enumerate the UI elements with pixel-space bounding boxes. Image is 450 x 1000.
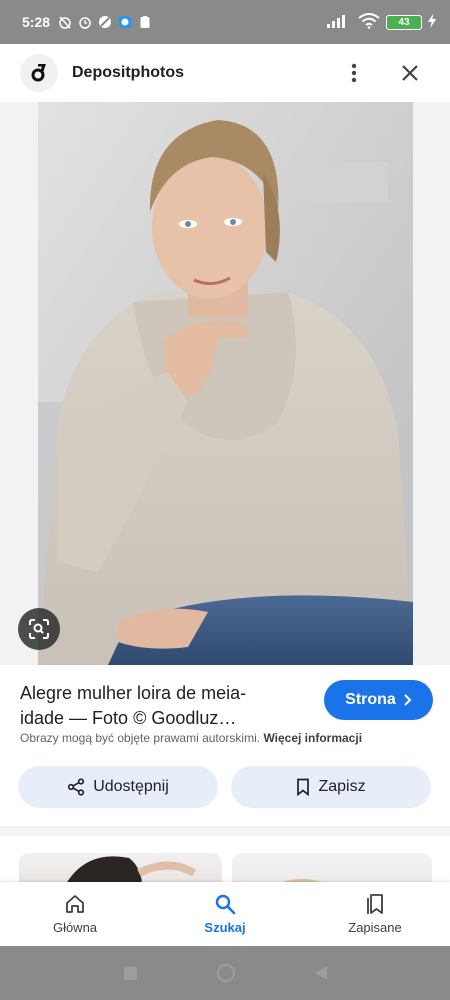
home-icon <box>66 895 84 913</box>
more-info-link[interactable]: Więcej informacji <box>263 731 362 745</box>
save-button[interactable]: Zapisz <box>231 766 431 808</box>
clipboard-icon <box>138 15 152 29</box>
search-icon <box>215 894 236 915</box>
bottom-navigation: Główna Szukaj Zapisane <box>0 882 450 946</box>
lens-search-button[interactable] <box>18 608 60 650</box>
share-label: Udostępnij <box>93 778 169 795</box>
status-right: 43 <box>326 12 436 32</box>
back-icon[interactable] <box>314 966 327 980</box>
related-thumbnail[interactable] <box>232 853 432 882</box>
visit-site-label: Strona <box>345 691 396 708</box>
related-results <box>0 836 450 882</box>
nav-item-home[interactable]: Główna <box>0 882 150 946</box>
nav-item-saved[interactable]: Zapisane <box>300 882 450 946</box>
nav-item-search[interactable]: Szukaj <box>150 882 300 946</box>
close-icon <box>402 65 418 81</box>
copyright-text: Obrazy mogą być objęte prawami autorskim… <box>20 731 261 745</box>
signal-icon <box>326 14 352 31</box>
nav-label-search: Szukaj <box>204 920 246 935</box>
close-button[interactable] <box>398 61 422 85</box>
depositphotos-logo-icon[interactable] <box>20 54 58 92</box>
image-preview-area <box>0 102 450 665</box>
source-header: Depositphotos <box>0 44 450 102</box>
more-vert-icon <box>351 63 357 83</box>
source-site-name[interactable]: Depositphotos <box>72 64 184 82</box>
lens-icon <box>29 619 49 639</box>
share-button[interactable]: Udostępnij <box>18 766 218 808</box>
more-options-button[interactable] <box>342 61 366 85</box>
system-navigation-bar <box>0 946 450 1000</box>
alarm-icon <box>78 15 92 29</box>
chevron-right-icon <box>404 694 412 706</box>
wifi-icon <box>358 12 380 32</box>
preview-photo[interactable] <box>38 102 413 665</box>
battery-indicator: 43 <box>386 14 422 30</box>
status-bar: 5:28 43 <box>0 0 450 44</box>
share-icon <box>68 778 85 796</box>
copyright-notice: Obrazy mogą być objęte prawami autorskim… <box>20 731 362 745</box>
section-divider <box>0 826 450 836</box>
status-notification-icons <box>58 15 152 29</box>
alarm-off-icon <box>58 15 72 29</box>
recents-icon[interactable] <box>123 966 137 980</box>
bookmarks-icon <box>367 894 383 914</box>
save-label: Zapisz <box>318 778 366 795</box>
bookmark-icon <box>297 778 310 796</box>
charging-icon <box>428 13 436 31</box>
related-thumbnail[interactable] <box>19 853 222 882</box>
result-title[interactable]: Alegre mulher loira de meia-idade — Foto… <box>20 681 290 731</box>
nav-label-saved: Zapisane <box>348 920 402 935</box>
visit-site-button[interactable]: Strona <box>324 680 433 720</box>
status-time: 5:28 <box>22 14 51 30</box>
dnd-icon <box>98 15 112 29</box>
result-info-panel: Alegre mulher loira de meia-idade — Foto… <box>0 665 450 825</box>
home-system-icon[interactable] <box>216 964 235 982</box>
messenger-icon <box>118 15 132 29</box>
nav-label-home: Główna <box>52 920 98 935</box>
